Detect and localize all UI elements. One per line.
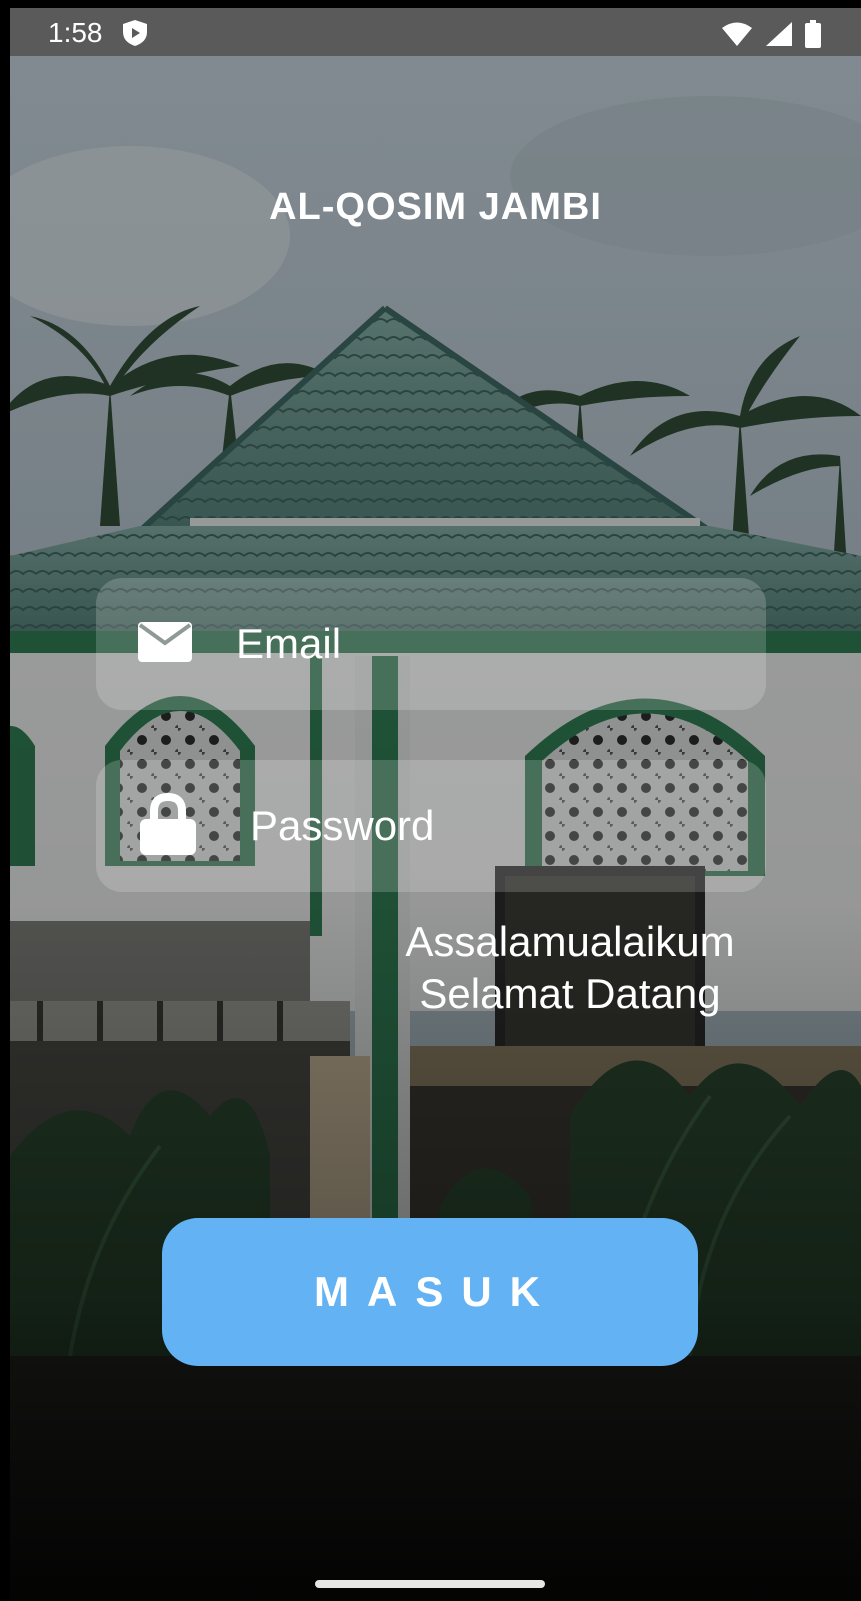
email-input[interactable] — [234, 613, 738, 675]
app-title: AL-QOSIM JAMBI — [269, 186, 602, 228]
password-field[interactable] — [96, 760, 766, 892]
shield-icon — [122, 19, 148, 47]
status-bar: 1:58 — [10, 8, 861, 56]
email-field[interactable] — [96, 578, 766, 710]
greeting-line-2: Selamat Datang — [419, 970, 721, 1017]
status-time: 1:58 — [48, 17, 103, 48]
login-button[interactable]: MASUK — [162, 1218, 698, 1366]
battery-icon — [805, 20, 821, 53]
cell-signal-icon — [765, 21, 793, 52]
wifi-icon — [721, 21, 753, 52]
home-indicator[interactable] — [315, 1580, 545, 1588]
status-icons — [721, 20, 821, 53]
login-screen: 1:58 AL-QOSIM JAMBI Email Assalamualaiku… — [10, 8, 861, 1601]
lock-icon — [138, 792, 198, 860]
greeting-line-1: Assalamualaikum — [405, 918, 735, 965]
phone-frame: 1:58 AL-QOSIM JAMBI Email Assalamualaiku… — [0, 0, 861, 1601]
greeting-text: Assalamualaikum Selamat Datang — [370, 916, 770, 1020]
envelope-icon — [138, 621, 192, 667]
password-input[interactable] — [248, 795, 752, 857]
